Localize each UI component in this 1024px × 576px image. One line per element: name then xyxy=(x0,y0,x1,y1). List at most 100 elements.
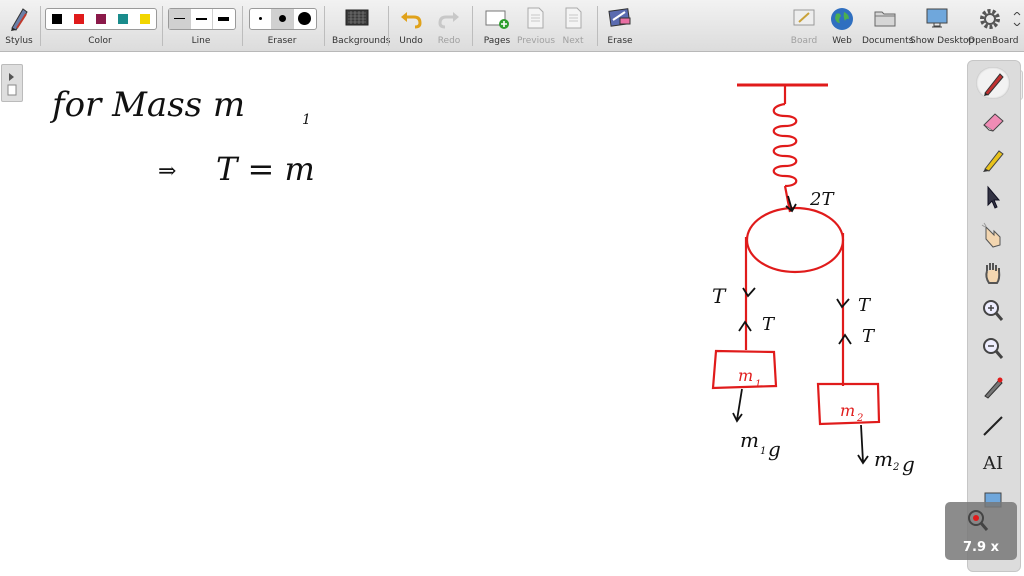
window-resize-handle[interactable] xyxy=(1012,11,1022,32)
color-swatch-black[interactable] xyxy=(52,14,62,24)
pages-panel-toggle[interactable] xyxy=(1,64,23,102)
stylus-button[interactable]: Stylus xyxy=(4,4,34,50)
note-line-1-subscript: 1 xyxy=(302,112,311,128)
web-label: Web xyxy=(832,36,852,46)
pages-label: Pages xyxy=(483,36,511,46)
add-page-icon xyxy=(485,10,509,29)
text-tool-button[interactable]: AI xyxy=(976,447,1010,479)
color-palette xyxy=(45,8,157,30)
erase-button[interactable]: Erase xyxy=(605,4,635,50)
expand-arrow-icon xyxy=(7,73,17,96)
weight-m2-g: g xyxy=(902,452,915,476)
undo-icon xyxy=(401,12,422,29)
board-label: Board xyxy=(790,36,818,46)
eraser-size-selector xyxy=(249,8,317,30)
tension-right-down-label: T xyxy=(858,295,872,316)
weight-m1-label: m xyxy=(740,428,759,452)
main-toolbar: Stylus Color Line Eraser Backgrounds Und… xyxy=(0,0,1024,52)
line-label: Line xyxy=(191,36,211,46)
color-swatch-maroon[interactable] xyxy=(96,14,106,24)
zoom-in-tool-button[interactable] xyxy=(976,295,1010,327)
tension-left-down-arrow xyxy=(742,287,756,298)
previous-page-icon xyxy=(527,7,544,29)
redo-label: Redo xyxy=(437,36,461,46)
openboard-menu-button[interactable]: OpenBoard xyxy=(968,4,1019,50)
arrow-cursor-icon xyxy=(987,185,1001,209)
show-desktop-label: Show Desktop xyxy=(910,36,975,46)
board-button[interactable]: Board xyxy=(789,4,819,50)
highlighter-icon xyxy=(983,150,1004,172)
block-m2-label: m xyxy=(840,401,855,420)
tension-left-up-label: T xyxy=(762,314,776,335)
zoom-magnifier-icon xyxy=(968,510,989,531)
color-swatch-yellow[interactable] xyxy=(140,14,150,24)
backgrounds-label: Backgrounds xyxy=(332,36,391,46)
hand-icon xyxy=(985,263,1001,284)
gear-icon xyxy=(980,9,1000,29)
selector-tool-button[interactable] xyxy=(976,181,1010,213)
eraser-label: Eraser xyxy=(267,36,297,46)
line-thick-option[interactable] xyxy=(213,9,234,29)
spring-coil xyxy=(772,102,798,188)
hand-tool-button[interactable] xyxy=(976,257,1010,289)
globe-icon xyxy=(831,8,853,30)
weight-m2-label: m xyxy=(874,447,893,471)
eraser-icon xyxy=(983,113,1004,132)
separator xyxy=(388,6,389,46)
pointing-hand-icon xyxy=(981,222,1001,248)
backgrounds-icon xyxy=(345,9,369,26)
stylus-label: Stylus xyxy=(5,36,33,46)
line-tool-button[interactable] xyxy=(976,409,1010,441)
next-label: Next xyxy=(562,36,584,46)
show-desktop-button[interactable]: Show Desktop xyxy=(910,4,975,50)
eraser-small-option[interactable] xyxy=(250,9,272,29)
separator xyxy=(324,6,325,46)
undo-label: Undo xyxy=(399,36,423,46)
eraser-medium-option[interactable] xyxy=(272,9,294,29)
laser-pointer-tool-button[interactable] xyxy=(976,371,1010,403)
text-tool-icon: AI xyxy=(983,453,1004,474)
eraser-tool-button[interactable] xyxy=(976,105,1010,137)
highlighter-tool-button[interactable] xyxy=(976,143,1010,175)
tool-palette: AI xyxy=(967,60,1021,572)
ink-layer: for Mass m 1 ⇒ T = m m 1 m 2 2T T T T T … xyxy=(49,83,915,476)
note-implies-arrow: ⇒ xyxy=(158,159,176,184)
web-button[interactable]: Web xyxy=(828,4,856,50)
monitor-icon xyxy=(926,8,948,28)
documents-button[interactable]: Documents xyxy=(862,4,913,50)
weight-m1-arrow xyxy=(732,388,743,423)
backgrounds-button[interactable]: Backgrounds xyxy=(332,4,391,50)
resize-arrows-icon xyxy=(1013,11,1021,27)
tension-left-down-label: T xyxy=(712,284,727,308)
line-thin-option[interactable] xyxy=(169,9,191,29)
whiteboard-canvas[interactable]: for Mass m 1 ⇒ T = m m 1 m 2 2T T T T T … xyxy=(0,52,1024,576)
tension-right-up-arrow xyxy=(838,333,852,345)
redo-button[interactable]: Redo xyxy=(434,4,464,50)
board-icon xyxy=(793,9,815,26)
zoom-indicator[interactable]: 7.9 x xyxy=(945,502,1017,560)
separator xyxy=(40,6,41,46)
pen-icon xyxy=(984,73,1004,96)
separator xyxy=(162,6,163,46)
pages-button[interactable]: Pages xyxy=(482,4,512,50)
line-medium-option[interactable] xyxy=(191,9,213,29)
zoom-level: 7.9 x xyxy=(963,540,999,555)
line-width-selector xyxy=(168,8,236,30)
laser-pointer-icon xyxy=(984,377,1003,399)
next-button[interactable]: Next xyxy=(558,4,588,50)
weight-m1-subscript: 1 xyxy=(760,446,766,457)
color-swatch-red[interactable] xyxy=(74,14,84,24)
stylus-icon xyxy=(11,8,28,31)
eraser-large-option[interactable] xyxy=(294,9,315,29)
block-m2-subscript: 2 xyxy=(856,413,863,424)
undo-button[interactable]: Undo xyxy=(396,4,426,50)
zoom-out-tool-button[interactable] xyxy=(976,333,1010,365)
tension-right-up-label: T xyxy=(862,326,876,347)
previous-label: Previous xyxy=(517,36,556,46)
pen-tool-button[interactable] xyxy=(976,67,1010,99)
interact-tool-button[interactable] xyxy=(976,219,1010,251)
weight-m1-g: g xyxy=(768,437,781,461)
zoom-out-icon xyxy=(983,338,1004,359)
color-swatch-teal[interactable] xyxy=(118,14,128,24)
previous-button[interactable]: Previous xyxy=(517,4,556,50)
